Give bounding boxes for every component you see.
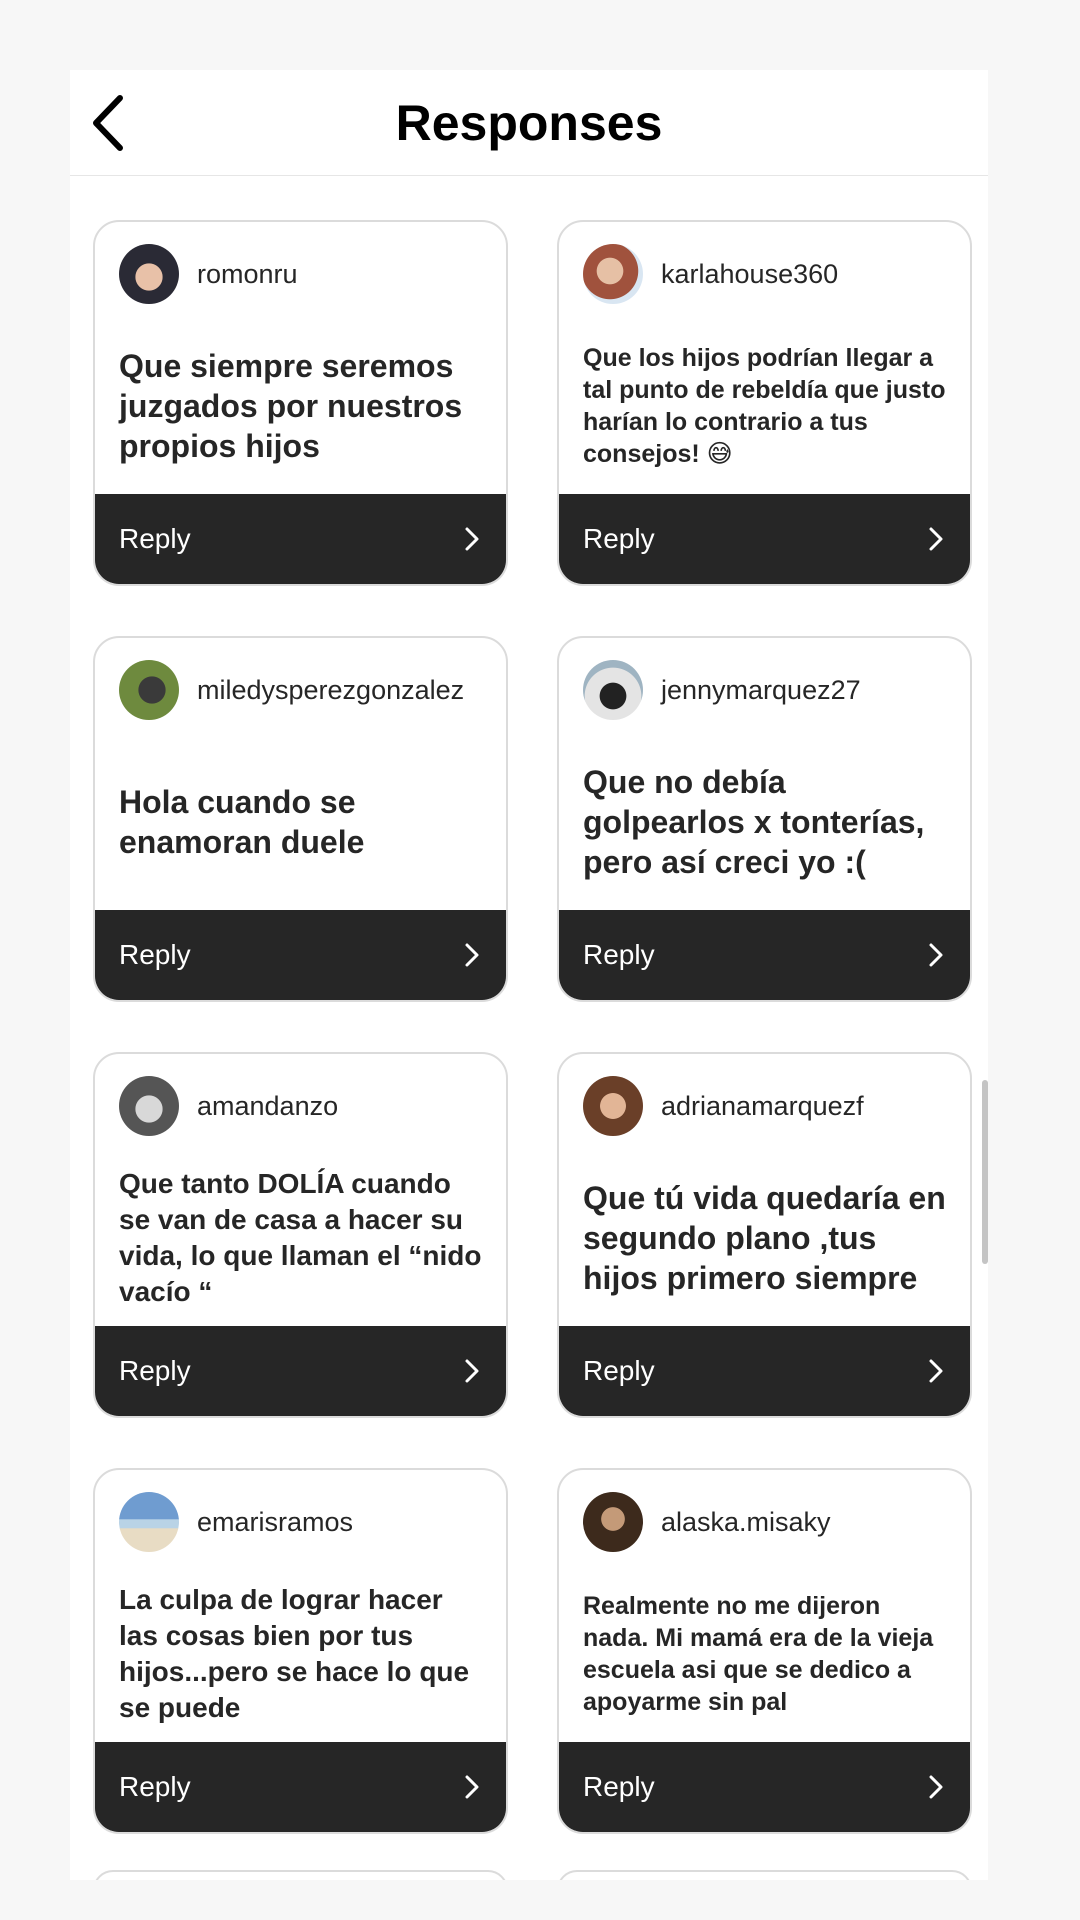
reply-label: Reply bbox=[119, 1771, 191, 1802]
response-text: Hola cuando se enamoran duele bbox=[119, 784, 365, 860]
response-card: adrianamarquezf Que tú vida quedaría en … bbox=[557, 1052, 972, 1418]
reply-label: Reply bbox=[583, 1771, 655, 1802]
avatar[interactable] bbox=[119, 660, 179, 720]
chevron-right-icon bbox=[929, 1775, 943, 1799]
reply-label: Reply bbox=[119, 523, 191, 554]
reply-label: Reply bbox=[583, 1355, 655, 1386]
reply-label: Reply bbox=[119, 939, 191, 970]
response-card: romonru Que siempre seremos juzgados por… bbox=[93, 220, 508, 586]
chevron-right-icon bbox=[465, 1359, 479, 1383]
username[interactable]: amandanzo bbox=[197, 1091, 338, 1122]
card-header: alaska.misaky bbox=[559, 1470, 970, 1566]
chevron-right-icon bbox=[929, 943, 943, 967]
avatar[interactable] bbox=[583, 1076, 643, 1136]
response-card: emarisramos La culpa de lograr hacer las… bbox=[93, 1468, 508, 1834]
reply-label: Reply bbox=[119, 1355, 191, 1386]
card-header: amandanzo bbox=[95, 1054, 506, 1150]
avatar[interactable] bbox=[583, 660, 643, 720]
username[interactable]: adrianamarquezf bbox=[661, 1091, 864, 1122]
reply-button[interactable]: Reply bbox=[559, 910, 970, 1000]
reply-button[interactable]: Reply bbox=[559, 1742, 970, 1832]
username[interactable]: emarisramos bbox=[197, 1507, 353, 1538]
card-header: emarisramos bbox=[95, 1470, 506, 1566]
reply-button[interactable]: Reply bbox=[95, 1742, 506, 1832]
response-text: Realmente no me dijeron nada. Mi mamá er… bbox=[583, 1592, 934, 1716]
username[interactable]: alaska.misaky bbox=[661, 1507, 831, 1538]
response-text: Que siempre seremos juzgados por nuestro… bbox=[119, 348, 463, 464]
response-card: amandanzo Que tanto DOLÍA cuando se van … bbox=[93, 1052, 508, 1418]
reply-button[interactable]: Reply bbox=[95, 1326, 506, 1416]
chevron-right-icon bbox=[929, 527, 943, 551]
reply-button[interactable]: Reply bbox=[559, 494, 970, 584]
chevron-right-icon bbox=[465, 943, 479, 967]
reply-button[interactable]: Reply bbox=[95, 910, 506, 1000]
avatar[interactable] bbox=[119, 1076, 179, 1136]
card-header: romonru bbox=[95, 222, 506, 318]
response-card-partial bbox=[93, 1870, 508, 1880]
avatar[interactable] bbox=[583, 1492, 643, 1552]
reply-button[interactable]: Reply bbox=[95, 494, 506, 584]
responses-panel: Responses romonru Que siempre seremos ju… bbox=[70, 70, 988, 1880]
response-card: karlahouse360 Que los hijos podrían lleg… bbox=[557, 220, 972, 586]
card-header: karlahouse360 bbox=[559, 222, 970, 318]
header: Responses bbox=[70, 70, 988, 176]
username[interactable]: karlahouse360 bbox=[661, 259, 838, 290]
response-text: Que tú vida quedaría en segundo plano ,t… bbox=[583, 1180, 946, 1296]
response-card: alaska.misaky Realmente no me dijeron na… bbox=[557, 1468, 972, 1834]
avatar[interactable] bbox=[119, 244, 179, 304]
next-row-partial bbox=[93, 1870, 972, 1880]
response-card: jennymarquez27 Que no debía golpearlos x… bbox=[557, 636, 972, 1002]
page-title: Responses bbox=[395, 95, 663, 151]
response-text: La culpa de lograr hacer las cosas bien … bbox=[119, 1584, 470, 1723]
scrollbar[interactable] bbox=[982, 1080, 988, 1264]
response-text: Que tanto DOLÍA cuando se van de casa a … bbox=[119, 1168, 482, 1307]
reply-button[interactable]: Reply bbox=[559, 1326, 970, 1416]
card-header: miledysperezgonzalez bbox=[95, 638, 506, 734]
responses-grid: romonru Que siempre seremos juzgados por… bbox=[93, 220, 972, 1834]
card-header: jennymarquez27 bbox=[559, 638, 970, 734]
chevron-right-icon bbox=[929, 1359, 943, 1383]
username[interactable]: romonru bbox=[197, 259, 298, 290]
chevron-right-icon bbox=[465, 1775, 479, 1799]
avatar[interactable] bbox=[583, 244, 643, 304]
chevron-right-icon bbox=[465, 527, 479, 551]
response-text: Que no debía golpearlos x tonterías, per… bbox=[583, 764, 925, 880]
reply-label: Reply bbox=[583, 939, 655, 970]
username[interactable]: miledysperezgonzalez bbox=[197, 675, 464, 706]
screen: Responses romonru Que siempre seremos ju… bbox=[0, 0, 1080, 1920]
avatar[interactable] bbox=[119, 1492, 179, 1552]
response-text: Que los hijos podrían llegar a tal punto… bbox=[583, 344, 946, 468]
reply-label: Reply bbox=[583, 523, 655, 554]
username[interactable]: jennymarquez27 bbox=[661, 675, 861, 706]
card-header: adrianamarquezf bbox=[559, 1054, 970, 1150]
response-card: miledysperezgonzalez Hola cuando se enam… bbox=[93, 636, 508, 1002]
response-card-partial bbox=[557, 1870, 972, 1880]
